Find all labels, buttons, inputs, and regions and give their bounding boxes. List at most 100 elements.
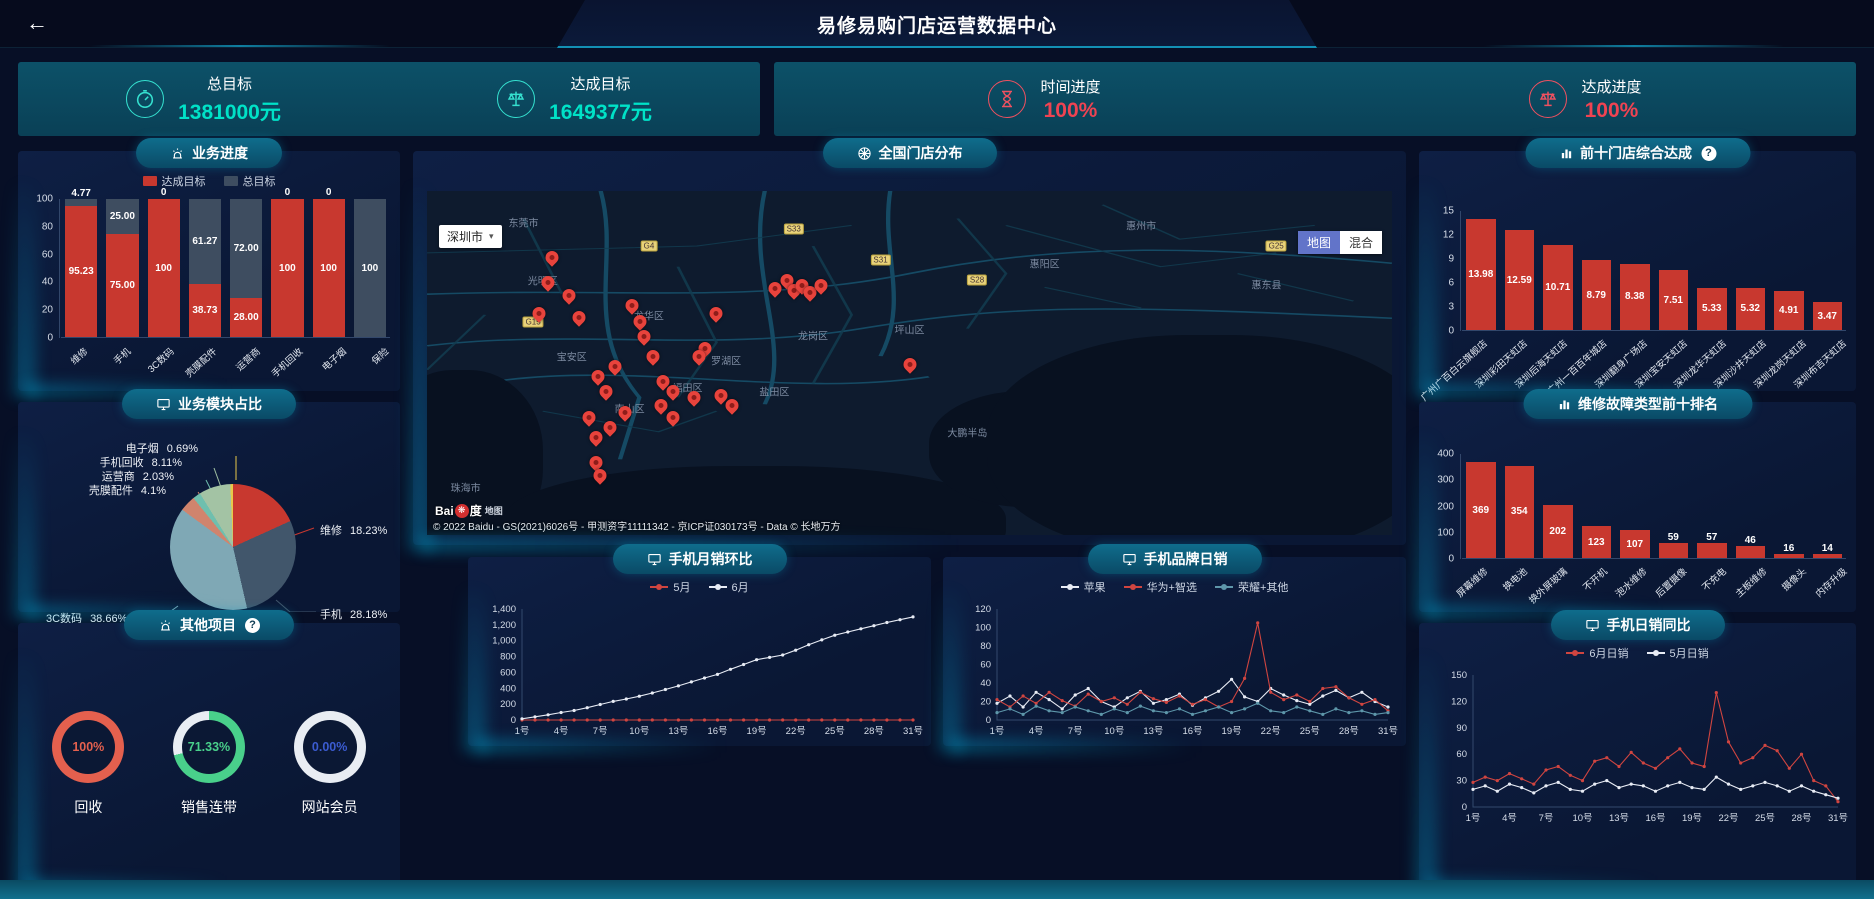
bar-壳膜配件[interactable]: 38.7361.27 [189, 199, 221, 337]
svg-text:13号: 13号 [668, 726, 688, 737]
svg-text:10号: 10号 [629, 726, 649, 737]
bar-广州广百白云旗舰店[interactable]: 13.98 [1466, 211, 1496, 330]
y-tick: 200 [1437, 501, 1454, 512]
legend-item-荣耀+其他[interactable]: 荣耀+其他 [1215, 579, 1288, 595]
bottom-line-charts: 手机月销环比 5月6月 02004006008001,0001,2001,400… [468, 557, 1406, 746]
svg-text:600: 600 [500, 667, 516, 678]
svg-text:80: 80 [980, 641, 991, 652]
legend-label: 6月日销 [1589, 645, 1628, 661]
bar-换外屏玻璃[interactable]: 202 [1543, 454, 1573, 558]
svg-text:16号: 16号 [1182, 726, 1202, 737]
svg-text:0: 0 [986, 715, 991, 726]
x-label: 运营商 [232, 344, 263, 373]
bar-不开机[interactable]: 123 [1582, 454, 1612, 558]
panel-top10-stores: 前十门店综合达成 ? 03691215 13.9812.5910.718.798… [1419, 151, 1856, 391]
bar-segment [1697, 288, 1727, 330]
y-tick: 0 [47, 333, 53, 344]
legend-item-6月日销[interactable]: 6月日销 [1566, 645, 1628, 661]
bar-深圳宝安天虹店[interactable]: 7.51 [1659, 211, 1689, 330]
bar-广州一百百年城店[interactable]: 8.79 [1582, 211, 1612, 330]
gauge-ring[interactable]: 0.00% [294, 711, 366, 783]
legend-item-6月[interactable]: 6月 [709, 579, 749, 595]
bar-主板维修[interactable]: 46 [1736, 454, 1766, 558]
legend-label: 苹果 [1084, 579, 1106, 595]
bar-深圳龙岗天虹店[interactable]: 4.91 [1774, 211, 1804, 330]
bar-深圳龙华天虹店[interactable]: 5.33 [1697, 211, 1727, 330]
y-tick: 40 [42, 277, 53, 288]
panel-daily-yoy: 手机日销同比 6月日销5月日销 03060901201501号4号7号10号13… [1419, 623, 1856, 887]
svg-text:13号: 13号 [1609, 813, 1629, 824]
legend-item-总目标[interactable]: 总目标 [224, 173, 276, 189]
bar-segment [1543, 505, 1573, 558]
x-label-cell: 深圳布吉天虹店 [1821, 332, 1852, 378]
line-chart-svg: 02004006008001,0001,2001,4001号4号7号10号13号… [476, 601, 923, 740]
bar-换电池[interactable]: 354 [1505, 454, 1535, 558]
district-label: 宝安区 [557, 349, 587, 364]
bar-深圳沙井天虹店[interactable]: 5.32 [1736, 211, 1766, 330]
x-label-cell: 电子烟 [319, 340, 353, 386]
pie[interactable] [170, 484, 296, 610]
gauge-ring[interactable]: 71.33% [173, 711, 245, 783]
kpi-value: 100% [1581, 99, 1641, 123]
bar-手机回收[interactable]: 1000 [271, 199, 303, 337]
district-label: 东莞市 [509, 214, 539, 229]
bar-segment [1774, 291, 1804, 330]
legend-item-5月日销[interactable]: 5月日销 [1647, 645, 1709, 661]
x-axis-labels: 维修手机3C数码壳膜配件运营商手机回收电子烟保险 [61, 340, 396, 386]
legend-item-达成目标[interactable]: 达成目标 [143, 173, 206, 189]
chart-monthly-ratio: 02004006008001,0001,2001,4001号4号7号10号13号… [476, 601, 923, 740]
kpi-total-target: 总目标 1381000元 [126, 73, 281, 126]
bar-内存升级[interactable]: 14 [1813, 454, 1843, 558]
bar-后置摄像[interactable]: 59 [1659, 454, 1689, 558]
bar-维修[interactable]: 95.234.77 [65, 199, 97, 337]
legend-item-华为+智选[interactable]: 华为+智选 [1124, 579, 1197, 595]
district-label: 坪山区 [895, 321, 925, 336]
svg-text:30: 30 [1456, 776, 1467, 787]
layer-map-button[interactable]: 地图 [1298, 231, 1340, 254]
bar-深圳布吉天虹店[interactable]: 3.47 [1813, 211, 1843, 330]
help-icon[interactable]: ? [245, 618, 260, 633]
svg-text:28号: 28号 [864, 726, 884, 737]
bar-深圳彩田天虹店[interactable]: 12.59 [1505, 211, 1535, 330]
x-label: 3C数码 [144, 344, 177, 375]
legend-marker [1061, 586, 1079, 588]
pie-chart-module-share: 电子烟0.69% 手机回收8.11% 运营商2.03% 壳膜配件4.1% 维修1… [18, 416, 400, 612]
bar-运营商[interactable]: 28.0072.00 [230, 199, 262, 337]
monitor-icon [647, 552, 662, 567]
gauge-value: 0.00% [303, 720, 357, 774]
legend-marker [224, 176, 238, 186]
road-badge: S33 [784, 223, 804, 234]
legend-marker [1566, 652, 1584, 654]
x-label: 内存升级 [1811, 564, 1849, 600]
bar-不充电[interactable]: 57 [1697, 454, 1727, 558]
svg-text:16号: 16号 [1645, 813, 1665, 824]
bar-保险[interactable]: 0100 [354, 199, 386, 337]
bar-深圳翻身广场店[interactable]: 8.38 [1620, 211, 1650, 330]
x-label: 不开机 [1579, 564, 1610, 593]
bar-泡水维修[interactable]: 107 [1620, 454, 1650, 558]
city-selector[interactable]: 深圳市 ▾ [439, 225, 502, 248]
layer-hybrid-button[interactable]: 混合 [1340, 231, 1382, 254]
bar-电子烟[interactable]: 1000 [313, 199, 345, 337]
svg-text:120: 120 [1451, 696, 1467, 707]
bar-segment [1582, 260, 1612, 330]
bar-屏幕维修[interactable]: 369 [1466, 454, 1496, 558]
legend-item-苹果[interactable]: 苹果 [1061, 579, 1106, 595]
gauge-ring[interactable]: 100% [52, 711, 124, 783]
bar-深圳后海天虹店[interactable]: 10.71 [1543, 211, 1573, 330]
x-axis-labels: 屏幕维修换电池换外屏玻璃不开机泡水维修后置摄像不充电主板维修摄像头内存升级 [1462, 560, 1852, 606]
bar-3C数码[interactable]: 1000 [148, 199, 180, 337]
center-column: 全国门店分布 [413, 151, 1406, 887]
bar-value-label: 46 [1732, 535, 1770, 546]
svg-text:20: 20 [980, 697, 991, 708]
baidu-map[interactable]: 东莞市光明区龙华区罗湖区南山区福田区宝安区龙岗区坪山区盐田区大鹏半岛惠阳区惠州市… [427, 191, 1392, 535]
bar-摄像头[interactable]: 16 [1774, 454, 1804, 558]
legend-marker [1215, 586, 1233, 588]
legend-item-5月[interactable]: 5月 [650, 579, 690, 595]
back-arrow-icon[interactable]: ← [26, 10, 48, 36]
x-label: 电子烟 [318, 344, 349, 373]
help-icon[interactable]: ? [1701, 146, 1716, 161]
gauge-label: 网站会员 [294, 797, 366, 817]
legend-label: 华为+智选 [1147, 579, 1197, 595]
bar-手机[interactable]: 75.0025.00 [106, 199, 138, 337]
